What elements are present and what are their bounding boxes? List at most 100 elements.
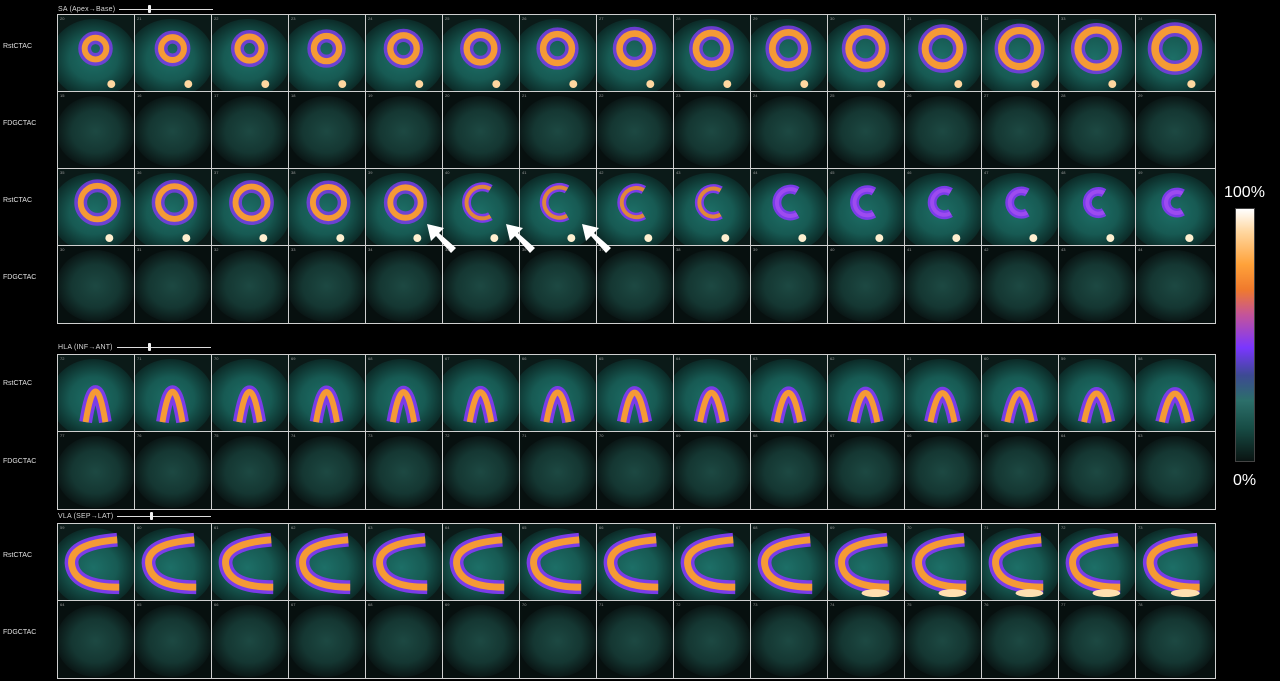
slice-image[interactable]: 41 [905, 246, 982, 323]
slice-image[interactable]: 20 [58, 15, 135, 91]
slice-image[interactable]: 15 [58, 92, 135, 168]
slice-image[interactable]: 23 [674, 92, 751, 168]
slice-image[interactable]: 72 [443, 432, 520, 509]
slice-image[interactable]: 21 [135, 15, 212, 91]
slice-image[interactable]: 66 [520, 355, 597, 431]
slice-image[interactable]: 27 [597, 15, 674, 91]
slider-track[interactable] [117, 516, 212, 517]
slice-image[interactable]: 69 [289, 355, 366, 431]
slice-image[interactable]: 23 [289, 15, 366, 91]
slice-image[interactable]: 68 [751, 524, 828, 600]
slice-image[interactable]: 64 [674, 355, 751, 431]
slice-image[interactable]: 61 [212, 524, 289, 600]
slice-image[interactable]: 29 [751, 15, 828, 91]
slice-image[interactable]: 69 [828, 524, 905, 600]
slice-image[interactable]: 71 [982, 524, 1059, 600]
slice-slider[interactable] [119, 4, 214, 14]
slice-image[interactable]: 75 [905, 601, 982, 678]
slice-image[interactable]: 74 [289, 432, 366, 509]
slice-image[interactable]: 70 [905, 524, 982, 600]
slice-image[interactable]: 19 [366, 92, 443, 168]
slice-image[interactable]: 35 [58, 169, 135, 245]
slice-image[interactable]: 20 [443, 92, 520, 168]
slice-image[interactable]: 36 [135, 169, 212, 245]
slice-image[interactable]: 46 [905, 169, 982, 245]
slice-image[interactable]: 67 [443, 355, 520, 431]
slice-slider[interactable] [116, 342, 211, 352]
slice-image[interactable]: 72 [674, 601, 751, 678]
slice-image[interactable]: 24 [751, 92, 828, 168]
slice-image[interactable]: 17 [212, 92, 289, 168]
slice-image[interactable]: 67 [289, 601, 366, 678]
slice-image[interactable]: 73 [366, 432, 443, 509]
slice-image[interactable]: 16 [135, 92, 212, 168]
slice-image[interactable]: 73 [751, 601, 828, 678]
slice-image[interactable]: 66 [597, 524, 674, 600]
slice-image[interactable]: 68 [751, 432, 828, 509]
slice-image[interactable]: 76 [135, 432, 212, 509]
slice-image[interactable]: 70 [597, 432, 674, 509]
slice-image[interactable]: 33 [289, 246, 366, 323]
slice-image[interactable]: 35 [443, 246, 520, 323]
slice-image[interactable]: 74 [828, 601, 905, 678]
slice-image[interactable]: 62 [289, 524, 366, 600]
slice-image[interactable]: 70 [212, 355, 289, 431]
slice-image[interactable]: 42 [982, 246, 1059, 323]
slice-image[interactable]: 24 [366, 15, 443, 91]
slice-image[interactable]: 72 [58, 355, 135, 431]
slice-image[interactable]: 58 [1136, 355, 1215, 431]
slice-slider[interactable] [117, 511, 212, 521]
slice-image[interactable]: 65 [520, 524, 597, 600]
slider-track[interactable] [116, 347, 211, 348]
slice-image[interactable]: 26 [520, 15, 597, 91]
slice-image[interactable]: 31 [905, 15, 982, 91]
slice-image[interactable]: 29 [1136, 92, 1215, 168]
slice-image[interactable]: 66 [212, 601, 289, 678]
slice-image[interactable]: 60 [982, 355, 1059, 431]
slice-image[interactable]: 45 [828, 169, 905, 245]
slider-thumb[interactable] [150, 512, 154, 520]
slice-image[interactable]: 38 [289, 169, 366, 245]
slice-image[interactable]: 64 [1059, 432, 1136, 509]
slice-image[interactable]: 34 [366, 246, 443, 323]
slice-image[interactable]: 63 [1136, 432, 1215, 509]
slice-image[interactable]: 72 [1059, 524, 1136, 600]
slice-image[interactable]: 26 [905, 92, 982, 168]
slider-track[interactable] [119, 9, 214, 10]
slice-image[interactable]: 66 [905, 432, 982, 509]
slice-image[interactable]: 76 [982, 601, 1059, 678]
slice-image[interactable]: 40 [828, 246, 905, 323]
slice-image[interactable]: 71 [597, 601, 674, 678]
slice-image[interactable]: 70 [520, 601, 597, 678]
slice-image[interactable]: 31 [135, 246, 212, 323]
slice-image[interactable]: 61 [905, 355, 982, 431]
slice-image[interactable]: 25 [828, 92, 905, 168]
slice-image[interactable]: 69 [674, 432, 751, 509]
slice-image[interactable]: 75 [212, 432, 289, 509]
slice-image[interactable]: 68 [366, 355, 443, 431]
slice-image[interactable]: 37 [212, 169, 289, 245]
slice-image[interactable]: 28 [1059, 92, 1136, 168]
slice-image[interactable]: 60 [135, 524, 212, 600]
slice-image[interactable]: 32 [212, 246, 289, 323]
slice-image[interactable]: 67 [674, 524, 751, 600]
slice-image[interactable]: 36 [520, 246, 597, 323]
slice-image[interactable]: 67 [828, 432, 905, 509]
slice-image[interactable]: 33 [1059, 15, 1136, 91]
slice-image[interactable]: 77 [58, 432, 135, 509]
slice-image[interactable]: 64 [443, 524, 520, 600]
slice-image[interactable]: 43 [674, 169, 751, 245]
slice-image[interactable]: 64 [58, 601, 135, 678]
slice-image[interactable]: 68 [366, 601, 443, 678]
slice-image[interactable]: 73 [1136, 524, 1215, 600]
slice-image[interactable]: 71 [520, 432, 597, 509]
slider-thumb[interactable] [148, 5, 152, 13]
slice-image[interactable]: 62 [828, 355, 905, 431]
slice-image[interactable]: 39 [751, 246, 828, 323]
slice-image[interactable]: 22 [212, 15, 289, 91]
slice-image[interactable]: 44 [751, 169, 828, 245]
slice-image[interactable]: 27 [982, 92, 1059, 168]
slice-image[interactable]: 63 [366, 524, 443, 600]
slice-image[interactable]: 21 [520, 92, 597, 168]
slice-image[interactable]: 59 [1059, 355, 1136, 431]
